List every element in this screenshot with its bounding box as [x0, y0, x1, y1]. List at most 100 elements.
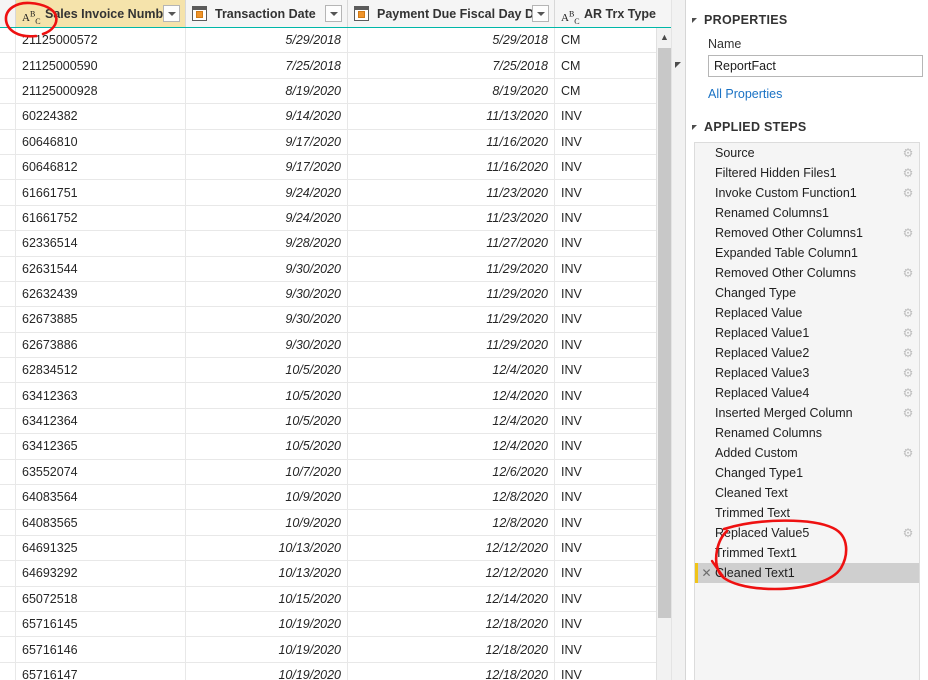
column-header-sales-invoice-number[interactable]: ABC Sales Invoice Number [16, 0, 186, 27]
delete-step-icon[interactable]: ✕ [698, 563, 715, 583]
table-cell[interactable]: 64083565 [16, 510, 186, 535]
table-row[interactable]: 65716145 10/19/2020 12/18/2020 INV [0, 611, 685, 638]
table-cell[interactable]: 61661751 [16, 180, 186, 205]
table-cell[interactable]: 10/5/2020 [186, 434, 348, 459]
gear-icon[interactable]: ⚙ [897, 443, 919, 463]
applied-steps-section-header[interactable]: APPLIED STEPS [686, 117, 928, 137]
table-cell[interactable]: 11/16/2020 [348, 129, 555, 154]
applied-step-item[interactable]: ✕Replaced Value⚙ [695, 303, 919, 323]
row-selector-cell[interactable] [0, 129, 16, 154]
table-cell[interactable]: 9/24/2020 [186, 180, 348, 205]
row-selector-cell[interactable] [0, 561, 16, 586]
table-cell[interactable]: 62834512 [16, 358, 186, 383]
row-selector-cell[interactable] [0, 180, 16, 205]
column-header-ar-trx-type[interactable]: ABC AR Trx Type [555, 0, 670, 27]
table-cell[interactable]: 9/30/2020 [186, 281, 348, 307]
table-cell[interactable]: 9/14/2020 [186, 104, 348, 129]
row-selector-cell[interactable] [0, 408, 16, 434]
table-cell[interactable]: 8/19/2020 [348, 78, 555, 104]
table-cell[interactable]: 12/18/2020 [348, 662, 555, 680]
table-cell[interactable]: 10/19/2020 [186, 637, 348, 662]
row-selector-cell[interactable] [0, 307, 16, 332]
row-selector-cell[interactable] [0, 358, 16, 383]
table-cell[interactable]: INV [555, 130, 670, 154]
column-header-transaction-date[interactable]: Transaction Date [186, 0, 348, 27]
table-cell[interactable]: 5/29/2018 [186, 28, 348, 53]
table-cell[interactable]: 63412364 [16, 408, 186, 434]
gear-icon[interactable]: ⚙ [897, 363, 919, 383]
table-row[interactable]: 62631544 9/30/2020 11/29/2020 INV [0, 256, 685, 282]
table-row[interactable]: 65716146 10/19/2020 12/18/2020 INV [0, 637, 685, 663]
row-selector-cell[interactable] [0, 256, 16, 281]
table-cell[interactable]: 21125000928 [16, 78, 186, 104]
applied-step-item[interactable]: ✕Cleaned Text⚙ [695, 483, 919, 503]
table-cell[interactable]: INV [555, 180, 670, 204]
row-selector-cell[interactable] [0, 104, 16, 129]
table-cell[interactable]: 12/18/2020 [348, 611, 555, 637]
table-cell[interactable]: 12/6/2020 [348, 459, 555, 485]
table-row[interactable]: 62336514 9/28/2020 11/27/2020 INV [0, 231, 685, 257]
gear-icon[interactable]: ⚙ [897, 163, 919, 183]
table-row[interactable]: 21125000572 5/29/2018 5/29/2018 CM [0, 28, 685, 54]
table-cell[interactable]: INV [555, 206, 670, 230]
scrollbar-thumb[interactable] [658, 48, 671, 618]
gear-icon[interactable]: ⚙ [897, 143, 919, 163]
applied-steps-list[interactable]: ✕Source⚙✕Filtered Hidden Files1⚙✕Invoke … [694, 142, 920, 680]
table-cell[interactable]: 62631544 [16, 256, 186, 281]
table-cell[interactable]: 10/5/2020 [186, 383, 348, 408]
table-cell[interactable]: INV [555, 104, 670, 128]
applied-step-item[interactable]: ✕Renamed Columns1⚙ [695, 203, 919, 223]
table-cell[interactable]: 63412365 [16, 434, 186, 459]
table-cell[interactable]: 63552074 [16, 459, 186, 485]
table-row[interactable]: 62834512 10/5/2020 12/4/2020 INV [0, 358, 685, 384]
column-filter-button-transaction-date[interactable] [325, 5, 342, 22]
chevron-up-icon[interactable]: ▲ [657, 28, 672, 45]
table-cell[interactable]: 64691325 [16, 535, 186, 561]
applied-step-item[interactable]: ✕Trimmed Text⚙ [695, 503, 919, 523]
table-cell[interactable]: 64083564 [16, 485, 186, 510]
chevron-collapse-icon[interactable] [692, 124, 697, 130]
table-row[interactable]: 64691325 10/13/2020 12/12/2020 INV [0, 535, 685, 562]
gear-icon[interactable]: ⚙ [897, 523, 919, 543]
gear-icon[interactable]: ⚙ [897, 383, 919, 403]
applied-step-item[interactable]: ✕Trimmed Text1⚙ [695, 543, 919, 563]
applied-step-item[interactable]: ✕Changed Type⚙ [695, 283, 919, 303]
table-cell[interactable]: 12/12/2020 [348, 561, 555, 586]
row-selector-cell[interactable] [0, 510, 16, 535]
table-cell[interactable]: 9/30/2020 [186, 307, 348, 332]
table-cell[interactable]: 11/29/2020 [348, 332, 555, 358]
table-cell[interactable]: 11/29/2020 [348, 256, 555, 281]
table-row[interactable]: 21125000928 8/19/2020 8/19/2020 CM [0, 78, 685, 105]
table-cell[interactable]: 10/9/2020 [186, 510, 348, 535]
gear-icon[interactable]: ⚙ [897, 263, 919, 283]
table-cell[interactable]: 9/24/2020 [186, 205, 348, 231]
table-cell[interactable]: 63412363 [16, 383, 186, 408]
applied-step-item[interactable]: ✕Replaced Value4⚙ [695, 383, 919, 403]
table-cell[interactable]: 62673885 [16, 307, 186, 332]
table-cell[interactable]: INV [555, 587, 670, 611]
column-header-payment-due-fiscal-day-date[interactable]: Payment Due Fiscal Day Date [348, 0, 555, 27]
table-cell[interactable]: INV [555, 561, 670, 585]
table-cell[interactable]: 11/29/2020 [348, 307, 555, 332]
applied-step-item[interactable]: ✕Source⚙ [695, 143, 919, 163]
table-cell[interactable]: 21125000590 [16, 53, 186, 78]
gear-icon[interactable]: ⚙ [897, 183, 919, 203]
table-cell[interactable]: 60646810 [16, 129, 186, 154]
table-cell[interactable]: 60224382 [16, 104, 186, 129]
row-selector-cell[interactable] [0, 231, 16, 256]
row-selector-cell[interactable] [0, 332, 16, 358]
applied-step-item[interactable]: ✕Replaced Value2⚙ [695, 343, 919, 363]
table-row[interactable]: 64083564 10/9/2020 12/8/2020 INV [0, 485, 685, 511]
table-cell[interactable]: 64693292 [16, 561, 186, 586]
grid-vertical-scrollbar[interactable]: ▲ [656, 28, 671, 680]
table-cell[interactable]: INV [555, 231, 670, 255]
applied-step-item[interactable]: ✕Expanded Table Column1⚙ [695, 243, 919, 263]
table-cell[interactable]: INV [555, 663, 670, 680]
table-row[interactable]: 63412364 10/5/2020 12/4/2020 INV [0, 408, 685, 435]
table-cell[interactable]: 12/12/2020 [348, 535, 555, 561]
row-selector-cell[interactable] [0, 535, 16, 561]
table-cell[interactable]: INV [555, 460, 670, 484]
row-selector-cell[interactable] [0, 154, 16, 180]
all-properties-link[interactable]: All Properties [708, 87, 782, 101]
row-selector-cell[interactable] [0, 434, 16, 459]
